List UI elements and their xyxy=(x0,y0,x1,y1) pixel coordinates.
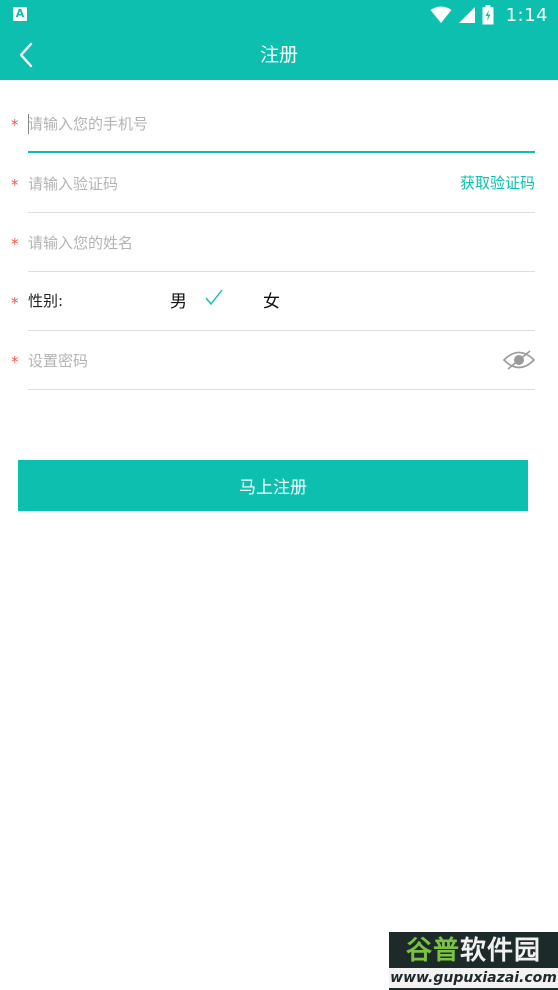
gender-option-female[interactable]: 女 xyxy=(263,287,280,312)
name-field xyxy=(28,213,535,272)
gender-row: * 性别: 男 女 xyxy=(0,272,558,331)
gender-option-male[interactable]: 男 xyxy=(170,287,187,312)
status-time: 1:14 xyxy=(505,4,548,26)
required-mark: * xyxy=(11,294,19,312)
check-icon xyxy=(205,289,223,306)
gender-field: 性别: 男 女 xyxy=(28,272,535,331)
eye-icon[interactable] xyxy=(503,349,535,371)
required-mark: * xyxy=(11,353,19,371)
battery-icon xyxy=(482,5,494,25)
text-caret xyxy=(28,114,29,134)
page-title: 注册 xyxy=(259,44,298,66)
watermark-title: 谷普软件园 xyxy=(389,934,558,968)
cell-signal-icon xyxy=(458,7,475,23)
watermark-title-part1: 谷普 xyxy=(405,936,460,966)
required-mark: * xyxy=(11,116,19,134)
app-bar: 注册 xyxy=(0,30,558,80)
phone-field xyxy=(28,94,535,153)
code-row: * 获取验证码 xyxy=(0,154,558,213)
password-field xyxy=(28,331,535,390)
password-row: * xyxy=(0,331,558,390)
get-code-button[interactable]: 获取验证码 xyxy=(460,172,535,193)
name-input[interactable] xyxy=(28,227,428,259)
wifi-icon xyxy=(430,6,452,23)
gender-label: 性别: xyxy=(28,292,64,310)
verification-code-input[interactable] xyxy=(28,168,328,200)
watermark-logo: 谷普软件园 www.gupuxiazai.com xyxy=(389,932,558,990)
register-button[interactable]: 马上注册 xyxy=(18,460,528,511)
password-input[interactable] xyxy=(28,345,428,377)
phone-input[interactable] xyxy=(28,108,428,140)
required-mark: * xyxy=(11,176,19,194)
phone-row: * xyxy=(0,94,558,153)
name-row: * xyxy=(0,213,558,272)
required-mark: * xyxy=(11,235,19,253)
watermark-title-part2: 软件园 xyxy=(460,936,542,966)
notification-a-icon: A xyxy=(13,7,27,21)
code-field: 获取验证码 xyxy=(28,154,535,213)
watermark-url: www.gupuxiazai.com xyxy=(389,968,558,988)
status-bar: A 1:14 xyxy=(0,0,558,30)
status-icons: 1:14 xyxy=(430,3,548,27)
